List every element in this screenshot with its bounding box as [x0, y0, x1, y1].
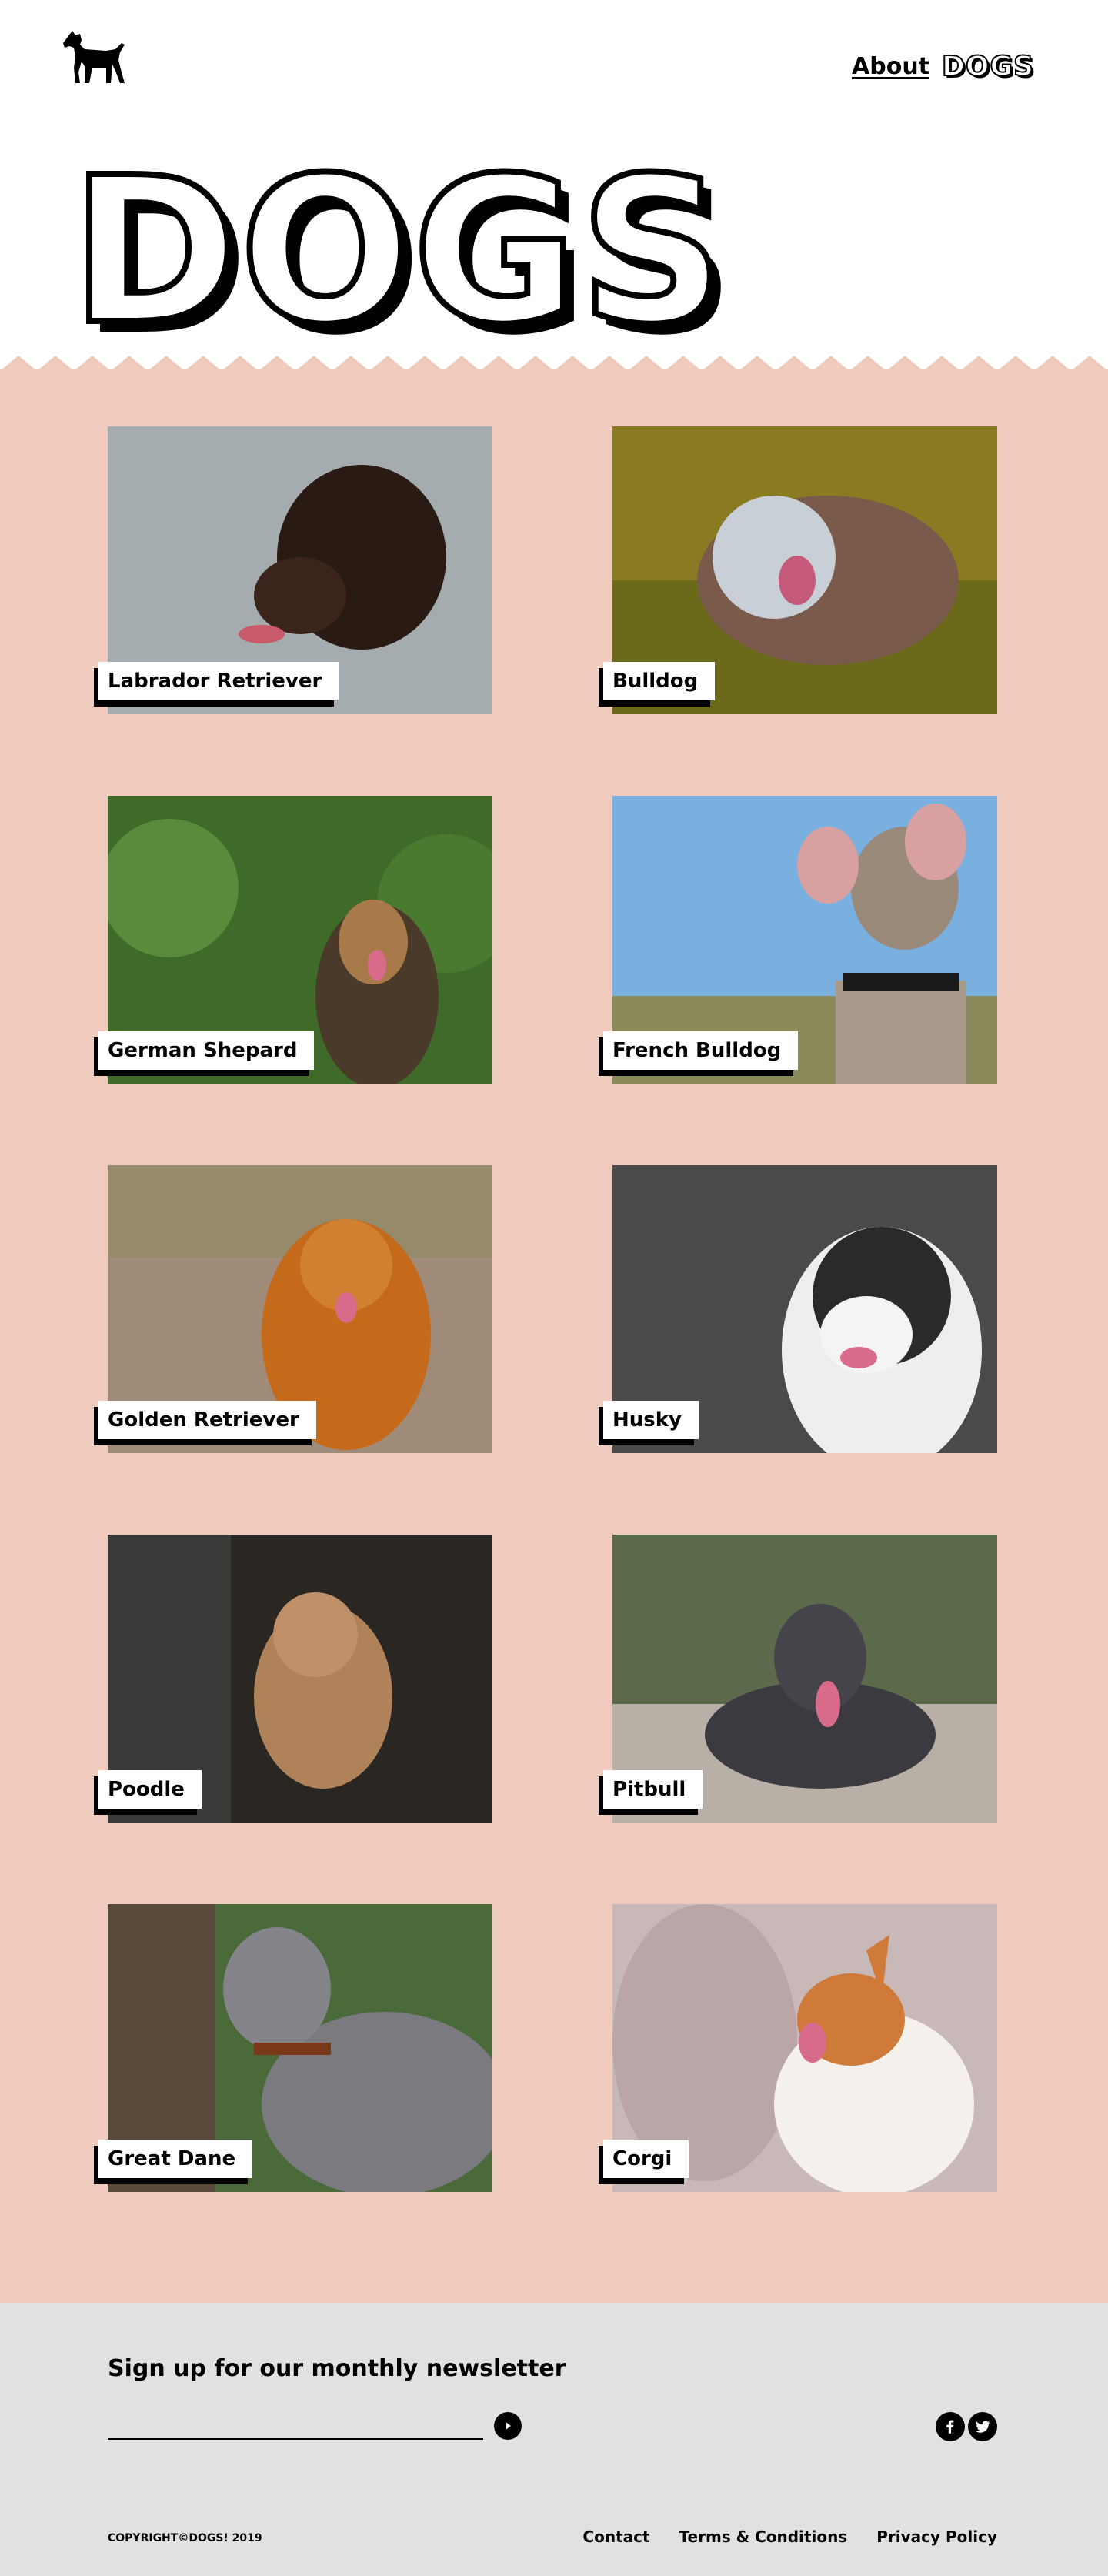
- breed-label: Great Dane: [98, 2140, 253, 2178]
- breed-card-husky[interactable]: Husky: [603, 1165, 997, 1453]
- breed-card-bulldog[interactable]: Bulldog: [603, 426, 997, 714]
- newsletter-submit-button[interactable]: [494, 2412, 522, 2440]
- breed-card-poodle[interactable]: Poodle: [98, 1535, 492, 1823]
- footer-link-privacy[interactable]: Privacy Policy: [876, 2528, 997, 2546]
- nav-dogs-link[interactable]: DOGS: [941, 50, 1034, 83]
- breed-label: Corgi: [603, 2140, 689, 2178]
- breed-card-corgi[interactable]: Corgi: [603, 1904, 997, 2192]
- breed-label: French Bulldog: [603, 1031, 799, 1070]
- breed-card-labrador[interactable]: Labrador Retriever: [98, 426, 492, 714]
- breed-label: German Shepard: [98, 1031, 315, 1070]
- top-nav: About DOGS: [852, 50, 1034, 83]
- breed-card-golden-retriever[interactable]: Golden Retriever: [98, 1165, 492, 1453]
- facebook-icon[interactable]: [936, 2412, 965, 2441]
- breed-card-great-dane[interactable]: Great Dane: [98, 1904, 492, 2192]
- breed-card-french-bulldog[interactable]: French Bulldog: [603, 796, 997, 1084]
- footer-link-terms[interactable]: Terms & Conditions: [679, 2528, 848, 2546]
- zigzag-divider: [0, 356, 1108, 373]
- breed-label: Pitbull: [603, 1770, 703, 1809]
- site-header: About DOGS DOGS: [0, 0, 1108, 369]
- breed-label: Bulldog: [603, 662, 716, 700]
- site-footer: Sign up for our monthly newsletter COPYR…: [0, 2303, 1108, 2576]
- hero-title: DOGS: [68, 134, 728, 369]
- breed-label: Golden Retriever: [98, 1401, 316, 1439]
- social-links: [936, 2412, 997, 2441]
- breed-label: Labrador Retriever: [98, 662, 339, 700]
- footer-link-contact[interactable]: Contact: [582, 2528, 649, 2546]
- copyright-text: COPYRIGHT©DOGS! 2019: [108, 2532, 262, 2544]
- newsletter-title: Sign up for our monthly newsletter: [108, 2355, 566, 2382]
- newsletter-email-input[interactable]: [108, 2407, 483, 2440]
- nav-about-link[interactable]: About: [852, 53, 929, 80]
- breed-card-german-shepard[interactable]: German Shepard: [98, 796, 492, 1084]
- breed-label: Husky: [603, 1401, 699, 1439]
- arrow-right-icon: [506, 2422, 511, 2430]
- breed-label: Poodle: [98, 1770, 202, 1809]
- footer-links: Contact Terms & Conditions Privacy Polic…: [582, 2528, 997, 2546]
- dog-gallery: Labrador Retriever Bulldog German Shepar…: [0, 356, 1108, 2303]
- dog-logo-icon[interactable]: [58, 26, 135, 88]
- breed-card-pitbull[interactable]: Pitbull: [603, 1535, 997, 1823]
- twitter-icon[interactable]: [968, 2412, 997, 2441]
